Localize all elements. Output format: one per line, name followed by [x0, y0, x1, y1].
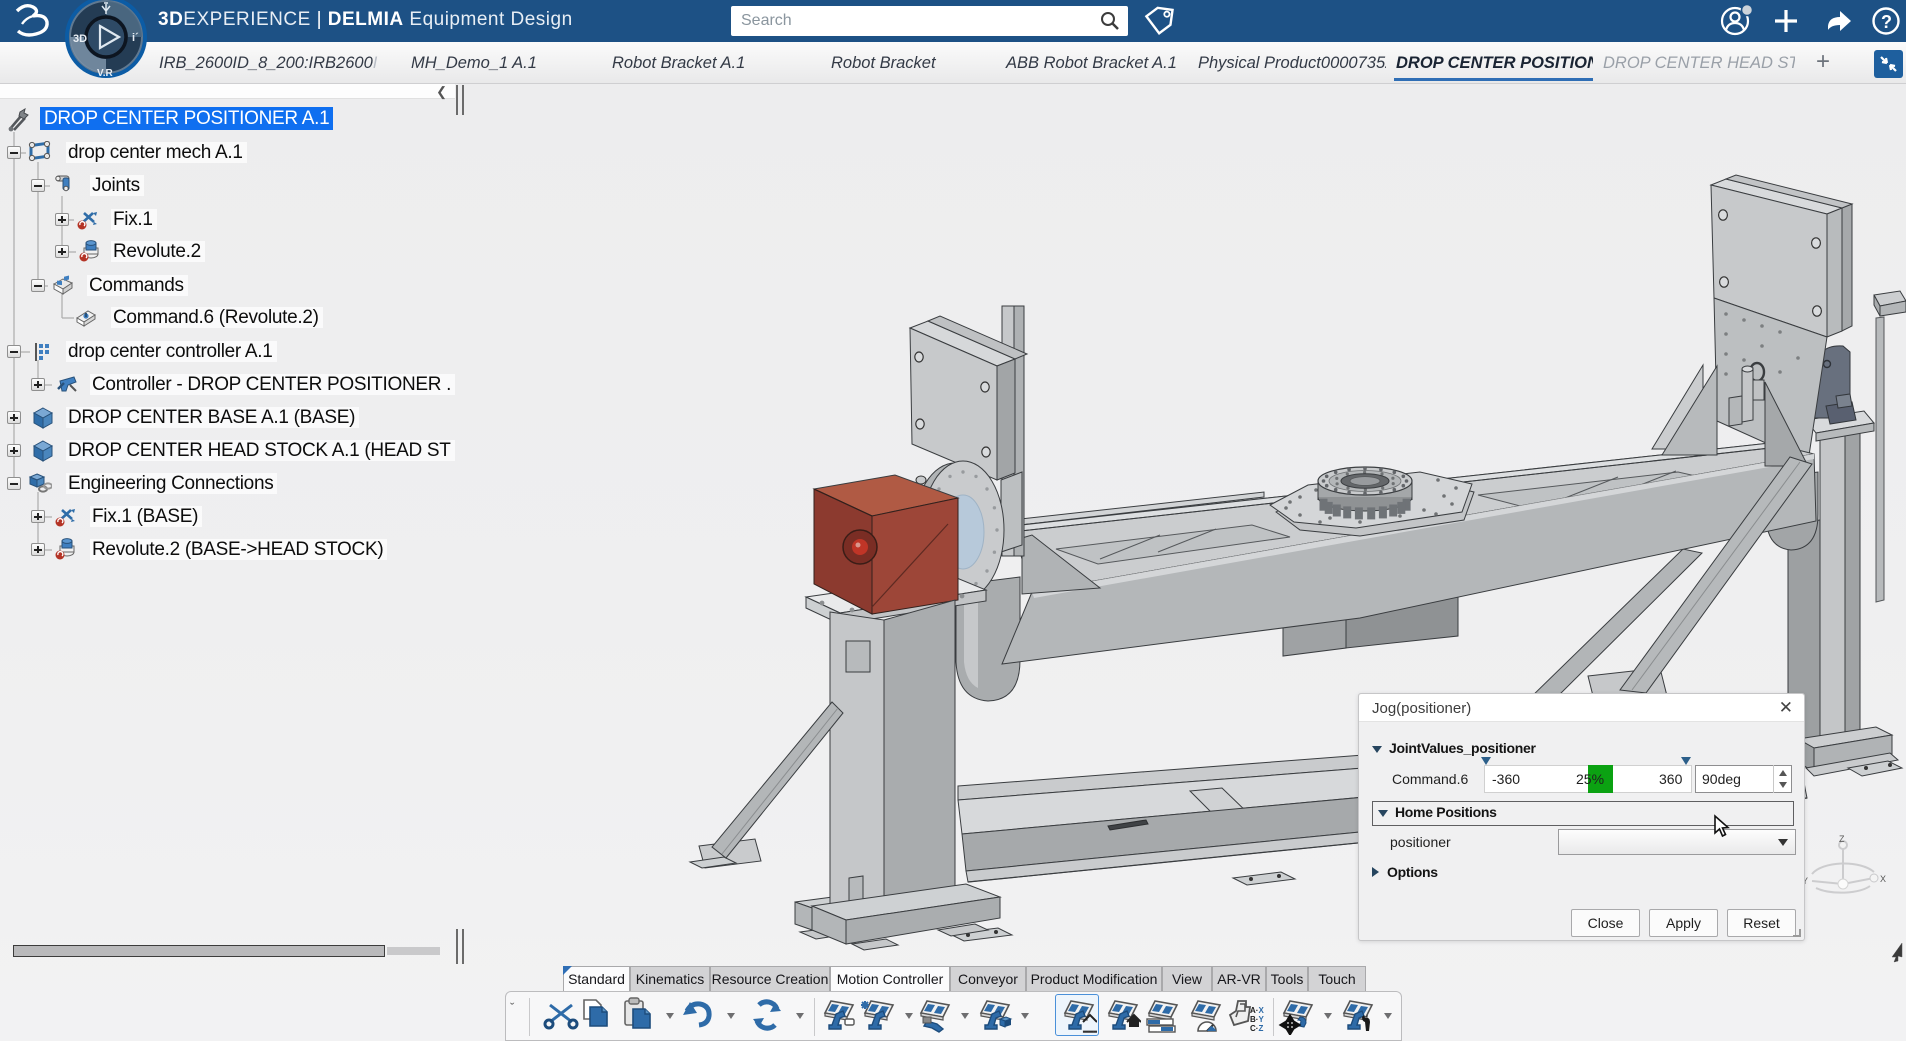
svg-text:▂▂▂: ▂▂▂ [1082, 1026, 1097, 1033]
svg-text:A·X: A·X [1250, 1006, 1264, 1015]
svg-text:i´: i´ [132, 32, 139, 44]
svg-text:C·Z: C·Z [1250, 1024, 1263, 1033]
svg-text:3D: 3D [73, 33, 87, 45]
svg-text:V.R: V.R [97, 68, 114, 79]
svg-text:?: ? [1881, 12, 1892, 32]
svg-text:X: X [1880, 874, 1886, 884]
svg-text:B·Y: B·Y [1250, 1015, 1264, 1024]
svg-text:Z: Z [1839, 834, 1845, 844]
